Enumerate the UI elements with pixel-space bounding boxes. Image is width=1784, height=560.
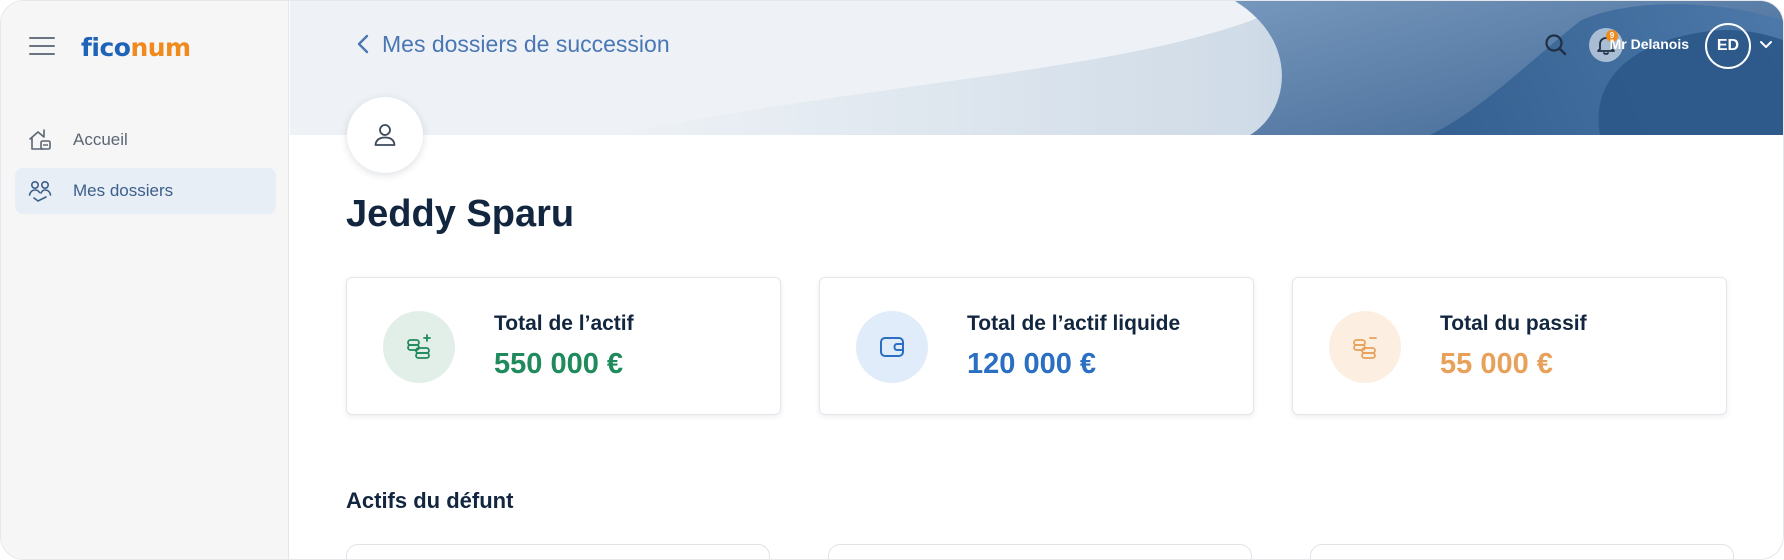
sidebar-item-accueil[interactable]: Accueil bbox=[15, 117, 276, 163]
chevron-down-icon[interactable] bbox=[1759, 40, 1773, 50]
sidebar-item-label: Accueil bbox=[73, 130, 128, 149]
section-title: Actifs du défunt bbox=[346, 488, 514, 513]
asset-card[interactable] bbox=[346, 544, 770, 559]
total-actif-liquide-card: Total de l’actif liquide 120 000 € bbox=[819, 277, 1254, 415]
card-value: 550 000 € bbox=[494, 348, 624, 380]
total-passif-card: Total du passif 55 000 € bbox=[1292, 277, 1727, 415]
header-banner: Mes dossiers de succession 9 Mr Delanois… bbox=[290, 1, 1783, 135]
avatar[interactable]: ED bbox=[1705, 23, 1751, 69]
card-label: Total de l’actif liquide bbox=[967, 312, 1181, 335]
banner-wave-graphic bbox=[290, 1, 1783, 135]
total-actif-card: Total de l’actif 550 000 € bbox=[346, 277, 781, 415]
search-icon[interactable] bbox=[1543, 32, 1569, 58]
sidebar: ficonum Accueil Mes dossiers bbox=[1, 1, 289, 559]
asset-card[interactable] bbox=[828, 544, 1252, 559]
back-link-label: Mes dossiers de succession bbox=[382, 30, 670, 57]
page-title: Jeddy Sparu bbox=[346, 193, 575, 235]
logo[interactable]: ficonum bbox=[81, 33, 191, 62]
sidebar-item-mes-dossiers[interactable]: Mes dossiers bbox=[15, 168, 276, 214]
back-link[interactable]: Mes dossiers de succession bbox=[356, 28, 670, 60]
users-icon bbox=[28, 180, 52, 202]
wallet-icon bbox=[880, 337, 904, 357]
card-label: Total du passif bbox=[1440, 312, 1587, 335]
user-icon bbox=[374, 124, 396, 146]
card-icon-bg bbox=[856, 311, 928, 383]
profile-avatar bbox=[347, 97, 423, 173]
card-label: Total de l’actif bbox=[494, 312, 634, 335]
card-value: 55 000 € bbox=[1440, 348, 1553, 380]
card-icon-bg bbox=[383, 311, 455, 383]
coins-minus-icon bbox=[1353, 337, 1377, 359]
hamburger-menu-icon[interactable] bbox=[29, 37, 55, 57]
asset-card[interactable] bbox=[1310, 544, 1734, 559]
card-icon-bg bbox=[1329, 311, 1401, 383]
app-window: ficonum Accueil Mes dossiers Mes dossier… bbox=[0, 0, 1784, 560]
user-name[interactable]: Mr Delanois bbox=[1610, 36, 1689, 52]
sidebar-item-label: Mes dossiers bbox=[73, 181, 174, 200]
coins-plus-icon bbox=[407, 334, 431, 359]
home-icon bbox=[29, 129, 51, 150]
card-value: 120 000 € bbox=[967, 348, 1097, 380]
chevron-left-icon bbox=[357, 34, 369, 54]
header-actions: 9 Mr Delanois ED bbox=[1485, 23, 1783, 69]
